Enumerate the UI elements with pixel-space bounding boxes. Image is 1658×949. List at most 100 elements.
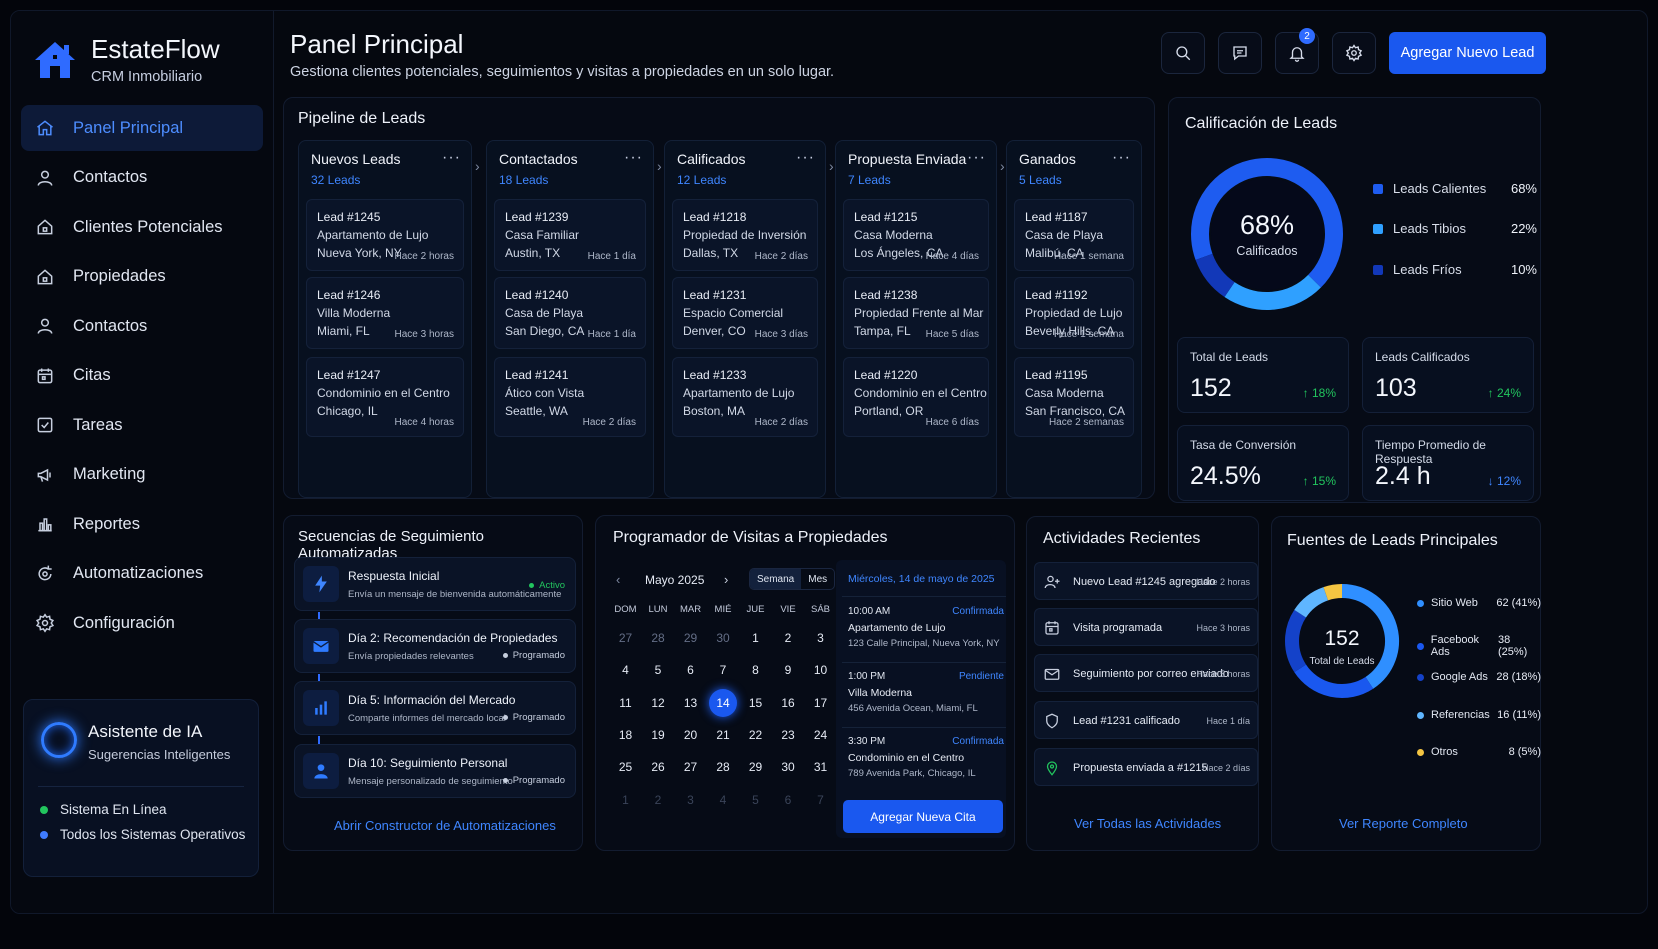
calendar-day[interactable]: 11 xyxy=(610,689,641,717)
calendar-day[interactable]: 7 xyxy=(708,656,739,684)
ai-assistant-card[interactable]: Asistente de IA Sugerencias Inteligentes… xyxy=(23,699,259,877)
calendar-day[interactable]: 2 xyxy=(773,624,804,652)
more-options-icon[interactable]: ··· xyxy=(967,149,986,167)
activity-item[interactable]: Propuesta enviada a #1215 Hace 2 días xyxy=(1034,748,1258,786)
calendar-day[interactable]: 20 xyxy=(675,721,706,749)
calendar-day[interactable]: 23 xyxy=(773,721,804,749)
calendar-day[interactable]: 19 xyxy=(643,721,674,749)
calendar-day[interactable]: 3 xyxy=(805,624,836,652)
lead-card[interactable]: Lead #1187 Casa de Playa Malibú, CA Hace 1 … xyxy=(1014,199,1134,271)
sequence-step[interactable]: Día 5: Información del Mercado Comparte i… xyxy=(294,681,576,735)
appointment-item[interactable]: 1:00 PM Pendiente Villa Moderna 456 Avenida… xyxy=(842,671,1008,721)
view-month-button[interactable]: Mes xyxy=(801,569,834,589)
lead-card[interactable]: Lead #1231 Espacio Comercial Denver, CO Hac… xyxy=(672,277,818,349)
view-full-report-link[interactable]: Ver Reporte Completo xyxy=(1339,816,1468,831)
more-options-icon[interactable]: ··· xyxy=(796,149,815,167)
calendar-day[interactable]: 22 xyxy=(740,721,771,749)
calendar-day[interactable]: 7 xyxy=(805,786,836,814)
calendar-day[interactable]: 17 xyxy=(805,689,836,717)
lead-card[interactable]: Lead #1241 Ático con Vista Seattle, WA Hace… xyxy=(494,357,646,437)
calendar-day[interactable]: 6 xyxy=(773,786,804,814)
calendar-day[interactable]: 30 xyxy=(773,753,804,781)
sidebar-item-propiedades[interactable]: Propiedades xyxy=(21,254,263,300)
more-options-icon[interactable]: ··· xyxy=(442,149,461,167)
messages-button[interactable] xyxy=(1218,32,1262,74)
calendar-day[interactable]: 30 xyxy=(708,624,739,652)
calendar-day[interactable]: 28 xyxy=(708,753,739,781)
activity-item[interactable]: Lead #1231 calificado Hace 1 día xyxy=(1034,701,1258,739)
calendar-day[interactable]: 3 xyxy=(675,786,706,814)
sidebar-item-panel-principal[interactable]: Panel Principal xyxy=(21,105,263,151)
sidebar-item-clientes-potenciales[interactable]: Clientes Potenciales xyxy=(21,204,263,250)
notifications-button[interactable]: 2 xyxy=(1275,28,1319,74)
sidebar-item-contactos[interactable]: Contactos xyxy=(21,155,263,201)
lead-card[interactable]: Lead #1215 Casa Moderna Los Ángeles, CA Hac… xyxy=(843,199,989,271)
view-all-activities-link[interactable]: Ver Todas las Actividades xyxy=(1074,816,1221,831)
lead-card[interactable]: Lead #1247 Condominio en el Centro Chicago… xyxy=(306,357,464,437)
activity-item[interactable]: Visita programada Hace 3 horas xyxy=(1034,608,1258,646)
prev-month-chevron-icon[interactable]: ‹ xyxy=(616,572,620,587)
calendar-day[interactable]: 27 xyxy=(610,624,641,652)
calendar-day[interactable]: 10 xyxy=(805,656,836,684)
calendar-day[interactable]: 1 xyxy=(610,786,641,814)
sequence-step[interactable]: Respuesta Inicial Envía un mensaje de bie… xyxy=(294,557,576,611)
activity-item[interactable]: Nuevo Lead #1245 agregado Hace 2 horas xyxy=(1034,562,1258,600)
calendar-day[interactable]: 29 xyxy=(740,753,771,781)
sidebar-item-configuracion[interactable]: Configuración xyxy=(21,600,263,646)
lead-card[interactable]: Lead #1192 Propiedad de Lujo Beverly Hills… xyxy=(1014,277,1134,349)
sequence-step[interactable]: Día 2: Recomendación de Propiedades Envía… xyxy=(294,619,576,673)
calendar-day[interactable]: 29 xyxy=(675,624,706,652)
calendar-day[interactable]: 1 xyxy=(740,624,771,652)
lead-card[interactable]: Lead #1220 Condominio en el Centro Portlan… xyxy=(843,357,989,437)
calendar-day[interactable]: 6 xyxy=(675,656,706,684)
search-button[interactable] xyxy=(1161,32,1205,74)
calendar-day[interactable]: 13 xyxy=(675,689,706,717)
calendar-day[interactable]: 15 xyxy=(740,689,771,717)
add-lead-button[interactable]: Agregar Nuevo Lead xyxy=(1389,32,1546,74)
sidebar-item-automatizaciones[interactable]: Automatizaciones xyxy=(21,551,263,597)
open-automation-builder-link[interactable]: Abrir Constructor de Automatizaciones xyxy=(334,818,556,833)
calendar-day[interactable]: 26 xyxy=(643,753,674,781)
calendar-day[interactable]: 16 xyxy=(773,689,804,717)
sidebar-item-contactos[interactable]: Contactos xyxy=(21,303,263,349)
appointment-item[interactable]: 10:00 AM Confirmada Apartamento de Lujo 123… xyxy=(842,606,1008,656)
lead-card[interactable]: Lead #1195 Casa Moderna San Francisco, CA H… xyxy=(1014,357,1134,437)
calendar-day[interactable]: 4 xyxy=(708,786,739,814)
activity-item[interactable]: Seguimiento por correo enviado Hace 5 hor… xyxy=(1034,654,1258,692)
calendar-day[interactable]: 25 xyxy=(610,753,641,781)
calendar-day[interactable]: 12 xyxy=(643,689,674,717)
brand[interactable]: EstateFlow CRM Inmobiliario xyxy=(33,35,220,85)
calendar-day[interactable]: 4 xyxy=(610,656,641,684)
sidebar-item-tareas[interactable]: Tareas xyxy=(21,402,263,448)
sequence-step[interactable]: Día 10: Seguimiento Personal Mensaje pers… xyxy=(294,744,576,798)
calendar-day[interactable]: 21 xyxy=(708,721,739,749)
calendar-day[interactable]: 2 xyxy=(643,786,674,814)
appointment-item[interactable]: 3:30 PM Confirmada Condominio en el Centro… xyxy=(842,736,1008,786)
lead-card[interactable]: Lead #1218 Propiedad de Inversión Dallas, … xyxy=(672,199,818,271)
lead-card[interactable]: Lead #1240 Casa de Playa San Diego, CA Hace… xyxy=(494,277,646,349)
calendar-day[interactable]: 18 xyxy=(610,721,641,749)
more-options-icon[interactable]: ··· xyxy=(624,149,643,167)
view-week-button[interactable]: Semana xyxy=(750,569,802,589)
calendar-day[interactable]: 8 xyxy=(740,656,771,684)
add-appointment-button[interactable]: Agregar Nueva Cita xyxy=(843,800,1003,833)
sidebar-item-marketing[interactable]: Marketing xyxy=(21,452,263,498)
lead-card[interactable]: Lead #1246 Villa Moderna Miami, FL Hace 3 h… xyxy=(306,277,464,349)
calendar-day[interactable]: 27 xyxy=(675,753,706,781)
calendar-day[interactable]: 24 xyxy=(805,721,836,749)
calendar-day[interactable]: 5 xyxy=(643,656,674,684)
settings-button[interactable] xyxy=(1332,32,1376,74)
calendar-day[interactable]: 14 xyxy=(708,688,739,717)
calendar-day[interactable]: 31 xyxy=(805,753,836,781)
calendar-day[interactable]: 28 xyxy=(643,624,674,652)
lead-card[interactable]: Lead #1233 Apartamento de Lujo Boston, MA H… xyxy=(672,357,818,437)
calendar-day[interactable]: 9 xyxy=(773,656,804,684)
sidebar-item-citas[interactable]: Citas xyxy=(21,353,263,399)
lead-card[interactable]: Lead #1245 Apartamento de Lujo Nueva York,… xyxy=(306,199,464,271)
next-month-chevron-icon[interactable]: › xyxy=(724,572,728,587)
lead-card[interactable]: Lead #1239 Casa Familiar Austin, TX Hace 1 … xyxy=(494,199,646,271)
more-options-icon[interactable]: ··· xyxy=(1112,149,1131,167)
lead-card[interactable]: Lead #1238 Propiedad Frente al Mar Tampa, … xyxy=(843,277,989,349)
calendar-day[interactable]: 5 xyxy=(740,786,771,814)
sidebar-item-reportes[interactable]: Reportes xyxy=(21,501,263,547)
